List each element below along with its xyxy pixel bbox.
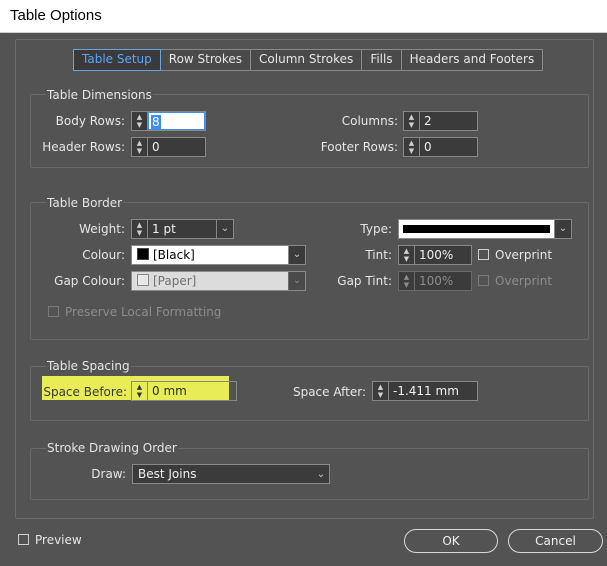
checkbox-icon[interactable] xyxy=(18,534,29,545)
type-label: Type: xyxy=(360,222,392,236)
checkbox-icon[interactable] xyxy=(478,275,489,286)
footer-rows-label: Footer Rows: xyxy=(320,140,398,154)
tab-column-strokes[interactable]: Column Strokes xyxy=(251,50,363,70)
chevron-down-icon[interactable]: ⌄ xyxy=(554,220,571,238)
stroke-drawing-order-title: Stroke Drawing Order xyxy=(46,441,178,455)
header-rows-label: Header Rows: xyxy=(42,140,125,154)
space-before-input[interactable]: 0 mm xyxy=(148,382,236,400)
type-dropdown[interactable]: ⌄ xyxy=(398,219,572,239)
colour-value: [Black] xyxy=(153,248,195,262)
black-swatch-icon xyxy=(137,248,149,260)
body-rows-input[interactable]: 8 xyxy=(151,115,161,129)
columns-input[interactable]: 2 xyxy=(420,112,477,130)
tint-stepper[interactable]: ▲ ▼ 100% xyxy=(398,245,472,265)
colour-label: Colour: xyxy=(82,248,125,262)
preview-checkbox[interactable]: Preview xyxy=(18,533,82,547)
chevron-down-icon[interactable]: ⌄ xyxy=(288,272,305,290)
space-before-stepper[interactable]: ▲ ▼ 0 mm xyxy=(131,381,237,401)
gap-colour-value: [Paper] xyxy=(153,274,197,288)
overprint-checkbox[interactable]: Overprint xyxy=(478,248,552,262)
gap-colour-dropdown[interactable]: [Paper] ⌄ xyxy=(131,271,306,291)
space-after-label: Space After: xyxy=(292,385,366,399)
gap-colour-label: Gap Colour: xyxy=(54,274,125,288)
stroke-type-preview xyxy=(403,225,550,233)
gap-tint-input[interactable]: 100% xyxy=(415,272,471,290)
stepper-arrows-icon[interactable]: ▲ ▼ xyxy=(404,112,420,130)
header-rows-stepper[interactable]: ▲ ▼ 0 xyxy=(131,137,206,157)
draw-value: Best Joins xyxy=(138,467,197,481)
paper-swatch-icon xyxy=(137,274,149,286)
tab-headers-footers[interactable]: Headers and Footers xyxy=(402,50,543,70)
space-after-input[interactable]: -1.411 mm xyxy=(389,382,477,400)
checkbox-icon[interactable] xyxy=(48,306,59,317)
preserve-formatting-checkbox[interactable]: Preserve Local Formatting xyxy=(48,305,221,319)
tab-fills[interactable]: Fills xyxy=(362,50,402,70)
ok-button[interactable]: OK xyxy=(404,529,498,553)
gap-tint-label: Gap Tint: xyxy=(337,274,392,288)
stepper-arrows-icon[interactable]: ▲ ▼ xyxy=(399,246,415,264)
weight-label: Weight: xyxy=(79,222,125,236)
cancel-button[interactable]: Cancel xyxy=(508,529,603,553)
footer-rows-input[interactable]: 0 xyxy=(420,138,477,156)
header-rows-input[interactable]: 0 xyxy=(148,138,205,156)
footer-rows-stepper[interactable]: ▲ ▼ 0 xyxy=(403,137,478,157)
window-title: Table Options xyxy=(10,7,102,24)
draw-dropdown[interactable]: Best Joins ⌄ xyxy=(132,464,330,484)
chevron-down-icon[interactable]: ⌄ xyxy=(216,220,233,238)
preserve-formatting-label: Preserve Local Formatting xyxy=(65,305,222,319)
tint-input[interactable]: 100% xyxy=(415,246,471,264)
stepper-arrows-icon[interactable]: ▲ ▼ xyxy=(132,220,148,238)
chevron-down-icon[interactable]: ⌄ xyxy=(288,246,305,264)
stepper-arrows-icon[interactable]: ▲ ▼ xyxy=(132,138,148,156)
weight-stepper[interactable]: ▲ ▼ 1 pt ⌄ xyxy=(131,219,234,239)
tab-table-setup[interactable]: Table Setup xyxy=(73,49,161,71)
tint-label: Tint: xyxy=(365,248,392,262)
gap-tint-stepper[interactable]: ▲ ▼ 100% xyxy=(398,271,472,291)
preview-label: Preview xyxy=(35,533,82,547)
chevron-down-icon[interactable]: ⌄ xyxy=(313,469,329,480)
stepper-arrows-icon[interactable]: ▲ ▼ xyxy=(373,382,389,400)
tab-row-strokes[interactable]: Row Strokes xyxy=(161,50,252,70)
tab-bar: Table Setup Row Strokes Column Strokes F… xyxy=(73,49,544,71)
title-bar: Table Options xyxy=(0,0,607,33)
stepper-arrows-icon[interactable]: ▲ ▼ xyxy=(132,382,148,400)
checkbox-icon[interactable] xyxy=(478,249,489,260)
table-dimensions-group xyxy=(30,94,589,168)
weight-input[interactable]: 1 pt xyxy=(148,220,216,238)
space-after-stepper[interactable]: ▲ ▼ -1.411 mm xyxy=(372,381,478,401)
gap-overprint-checkbox[interactable]: Overprint xyxy=(478,274,552,288)
table-dimensions-title: Table Dimensions xyxy=(46,88,153,102)
table-border-title: Table Border xyxy=(46,196,124,210)
stepper-arrows-icon[interactable]: ▲ ▼ xyxy=(399,272,415,290)
body-rows-stepper[interactable]: ▲ ▼ 8 xyxy=(131,111,206,131)
stepper-arrows-icon[interactable]: ▲ ▼ xyxy=(404,138,420,156)
gap-overprint-label: Overprint xyxy=(495,274,553,288)
overprint-label: Overprint xyxy=(495,248,553,262)
colour-dropdown[interactable]: [Black] ⌄ xyxy=(131,245,306,265)
columns-stepper[interactable]: ▲ ▼ 2 xyxy=(403,111,478,131)
columns-label: Columns: xyxy=(341,114,398,128)
space-before-label: Space Before: xyxy=(43,385,127,399)
table-spacing-title: Table Spacing xyxy=(46,359,131,373)
draw-label: Draw: xyxy=(91,467,126,481)
body-rows-label: Body Rows: xyxy=(55,114,125,128)
stepper-arrows-icon[interactable]: ▲ ▼ xyxy=(132,112,148,130)
